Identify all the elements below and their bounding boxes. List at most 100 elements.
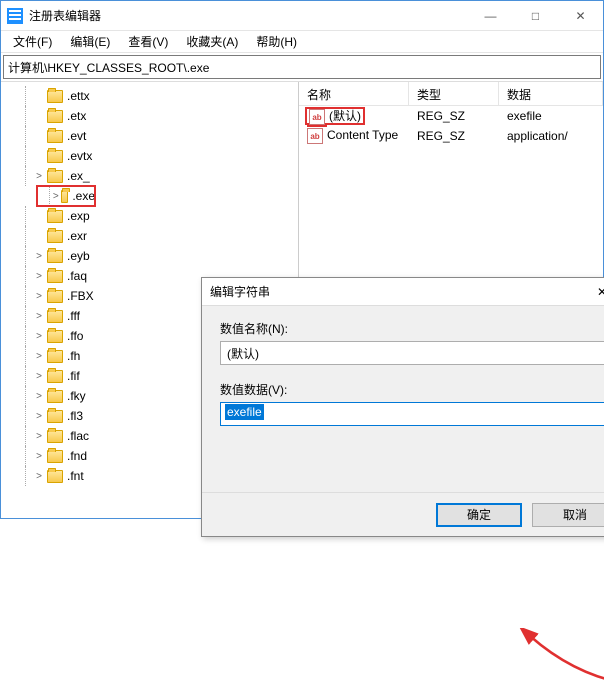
- string-value-icon: ab: [309, 109, 325, 125]
- tree-item[interactable]: > .eyb: [1, 246, 298, 266]
- folder-icon: [47, 390, 63, 403]
- tree-item-label: .eyb: [67, 249, 90, 263]
- tree-item-label: .evtx: [67, 149, 92, 163]
- app-icon: [7, 8, 23, 24]
- expand-icon[interactable]: >: [33, 171, 45, 182]
- folder-icon: [47, 470, 63, 483]
- value-type: REG_SZ: [409, 129, 499, 143]
- tree-item-label: .flac: [67, 429, 89, 443]
- menu-file[interactable]: 文件(F): [5, 31, 60, 52]
- expand-icon[interactable]: >: [33, 431, 45, 442]
- dialog-title: 编辑字符串: [210, 283, 270, 300]
- folder-icon: [47, 330, 63, 343]
- value-name: Content Type: [327, 128, 398, 142]
- expand-icon[interactable]: >: [33, 391, 45, 402]
- tree-item[interactable]: .exp: [1, 206, 298, 226]
- value-data: exefile: [499, 109, 603, 123]
- menubar: 文件(F) 编辑(E) 查看(V) 收藏夹(A) 帮助(H): [1, 31, 603, 53]
- folder-icon: [47, 230, 63, 243]
- tree-item-label: .FBX: [67, 289, 94, 303]
- window-title: 注册表编辑器: [29, 7, 468, 24]
- value-data-selection: exefile: [225, 404, 264, 420]
- folder-icon: [47, 370, 63, 383]
- list-header: 名称 类型 数据: [299, 82, 603, 106]
- dialog-body: 数值名称(N): (默认) 数值数据(V): exefile: [202, 306, 604, 492]
- expand-icon[interactable]: >: [33, 451, 45, 462]
- regedit-window: 注册表编辑器 — □ ✕ 文件(F) 编辑(E) 查看(V) 收藏夹(A) 帮助…: [0, 0, 604, 519]
- tree-item-label: .exr: [67, 229, 87, 243]
- menu-help[interactable]: 帮助(H): [248, 31, 305, 52]
- folder-icon: [47, 290, 63, 303]
- address-text: 计算机\HKEY_CLASSES_ROOT\.exe: [8, 59, 209, 76]
- list-row[interactable]: ab (默认) REG_SZexefile: [299, 106, 603, 126]
- col-header-type[interactable]: 类型: [409, 82, 499, 105]
- folder-icon: [61, 190, 69, 203]
- tree-item[interactable]: .exr: [1, 226, 298, 246]
- expand-icon[interactable]: >: [33, 411, 45, 422]
- tree-item[interactable]: .evtx: [1, 146, 298, 166]
- col-header-data[interactable]: 数据: [499, 82, 603, 105]
- tree-item-label: .evt: [67, 129, 86, 143]
- folder-icon: [47, 450, 63, 463]
- value-type: REG_SZ: [409, 109, 499, 123]
- tree-item[interactable]: > .ex_: [1, 166, 298, 186]
- folder-icon: [47, 170, 63, 183]
- tree-item-label: .fnd: [67, 449, 87, 463]
- folder-icon: [47, 210, 63, 223]
- folder-icon: [47, 430, 63, 443]
- expand-icon[interactable]: >: [53, 191, 59, 202]
- expand-icon[interactable]: >: [33, 351, 45, 362]
- value-name-label: 数值名称(N):: [220, 320, 604, 337]
- close-button[interactable]: ✕: [558, 1, 603, 31]
- folder-icon: [47, 110, 63, 123]
- folder-icon: [47, 350, 63, 363]
- value-name: (默认): [329, 109, 361, 123]
- expand-icon[interactable]: >: [33, 291, 45, 302]
- folder-icon: [47, 130, 63, 143]
- list-row[interactable]: ab Content Type REG_SZapplication/: [299, 126, 603, 146]
- dialog-titlebar[interactable]: 编辑字符串 ✕: [202, 278, 604, 306]
- tree-item-label: .exp: [67, 209, 90, 223]
- folder-icon: [47, 150, 63, 163]
- menu-favorites[interactable]: 收藏夹(A): [178, 31, 246, 52]
- annotation-arrow-icon: [512, 628, 604, 688]
- expand-icon[interactable]: >: [33, 271, 45, 282]
- dialog-close-button[interactable]: ✕: [582, 285, 604, 299]
- content-area: .ettx .etx .evt .evtx > .ex_ > .exe .exp .exr > .ey…: [1, 81, 603, 518]
- col-header-name[interactable]: 名称: [299, 82, 409, 105]
- tree-item-label: .exe: [72, 189, 95, 203]
- dialog-button-row: 确定 取消: [202, 492, 604, 536]
- titlebar[interactable]: 注册表编辑器 — □ ✕: [1, 1, 603, 31]
- expand-icon[interactable]: >: [33, 471, 45, 482]
- tree-item[interactable]: .evt: [1, 126, 298, 146]
- value-data: application/: [499, 129, 603, 143]
- expand-icon[interactable]: >: [33, 251, 45, 262]
- maximize-button[interactable]: □: [513, 1, 558, 31]
- tree-item[interactable]: .ettx: [1, 86, 298, 106]
- cancel-button[interactable]: 取消: [532, 503, 604, 527]
- tree-item-label: .etx: [67, 109, 86, 123]
- expand-icon[interactable]: >: [33, 311, 45, 322]
- tree-item-label: .faq: [67, 269, 87, 283]
- folder-icon: [47, 270, 63, 283]
- expand-icon[interactable]: >: [33, 371, 45, 382]
- menu-edit[interactable]: 编辑(E): [62, 31, 118, 52]
- value-data-label: 数值数据(V):: [220, 381, 604, 398]
- minimize-button[interactable]: —: [468, 1, 513, 31]
- tree-item[interactable]: .etx: [1, 106, 298, 126]
- tree-item-label: .ffo: [67, 329, 83, 343]
- tree-item-label: .fky: [67, 389, 86, 403]
- string-value-icon: ab: [307, 128, 323, 144]
- address-bar[interactable]: 计算机\HKEY_CLASSES_ROOT\.exe: [3, 55, 601, 79]
- value-data-input[interactable]: exefile: [220, 402, 604, 426]
- tree-item[interactable]: > .exe: [37, 186, 95, 206]
- expand-icon[interactable]: >: [33, 331, 45, 342]
- tree-item-label: .ex_: [67, 169, 90, 183]
- ok-button[interactable]: 确定: [436, 503, 522, 527]
- tree-item-label: .fl3: [67, 409, 83, 423]
- folder-icon: [47, 250, 63, 263]
- tree-item-label: .ettx: [67, 89, 90, 103]
- tree-item-label: .fff: [67, 309, 80, 323]
- tree-item-label: .fif: [67, 369, 80, 383]
- menu-view[interactable]: 查看(V): [120, 31, 176, 52]
